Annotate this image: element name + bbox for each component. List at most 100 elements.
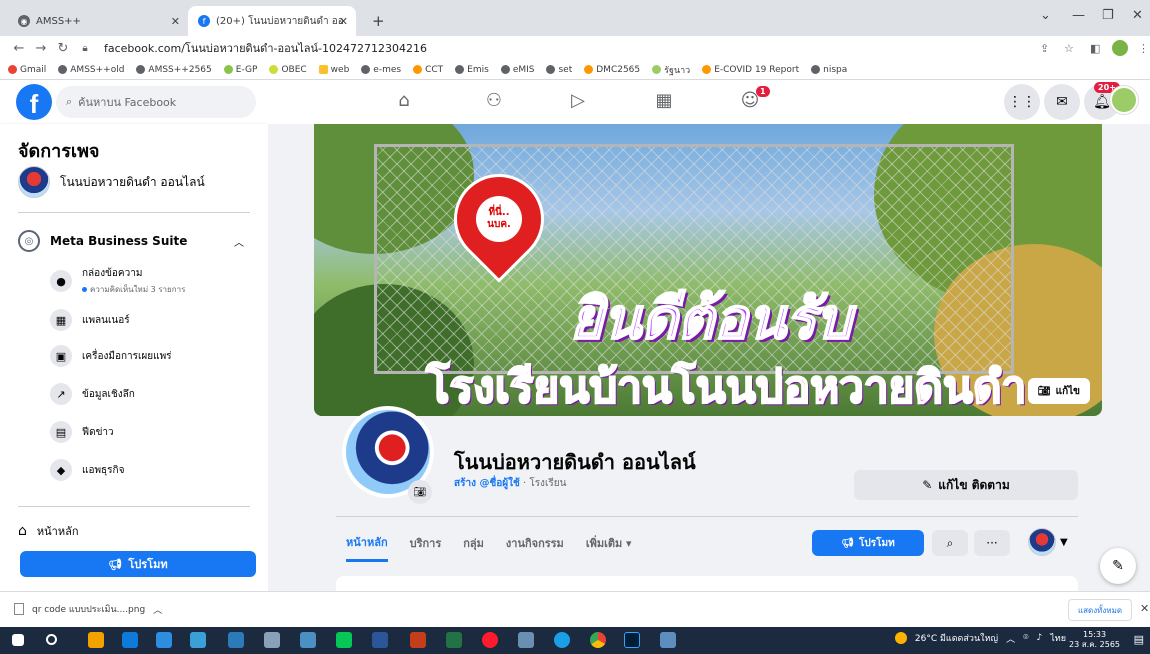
meta-business-suite-toggle[interactable]: ◎ Meta Business Suite ︿ bbox=[18, 230, 250, 252]
bookmark-emes[interactable]: e-mes bbox=[361, 65, 401, 75]
megaphone-icon: 📢︎ bbox=[108, 557, 123, 571]
show-all-button[interactable]: แสดงทั้งหมด bbox=[1068, 599, 1132, 621]
friends-icon[interactable]: ⚇ bbox=[482, 90, 506, 114]
forward-icon[interactable]: → bbox=[30, 41, 52, 56]
sidebar-item-news-feed[interactable]: ▤ ฟีดข่าว bbox=[50, 421, 114, 443]
bookmark-amss-2565[interactable]: AMSS++2565 bbox=[136, 65, 212, 75]
edge-icon[interactable] bbox=[554, 632, 570, 648]
bookmark-dmc2565[interactable]: DMC2565 bbox=[584, 65, 640, 75]
notification-center-icon[interactable]: ▤ bbox=[1134, 633, 1144, 646]
compose-message-button[interactable]: ✎ bbox=[1100, 548, 1136, 584]
photoshop-icon[interactable] bbox=[624, 632, 640, 648]
browser-tab-amss[interactable]: ◉ AMSS++ ✕ bbox=[8, 6, 188, 36]
create-username-link[interactable]: สร้าง @ชื่อผู้ใช้ bbox=[454, 478, 520, 489]
search-input[interactable]: ค้นหาบน Facebook bbox=[78, 93, 176, 111]
star-icon[interactable]: ☆ bbox=[1064, 42, 1074, 55]
account-avatar[interactable] bbox=[1110, 86, 1138, 114]
word-icon[interactable] bbox=[372, 632, 388, 648]
sidebar-item-business-apps[interactable]: ◆ แอพธุรกิจ bbox=[50, 459, 124, 481]
sidebar-item-inbox[interactable]: ● กล่องข้อความ ความคิดเห็นใหม่ 3 รายการ bbox=[50, 266, 185, 296]
edit-follow-button[interactable]: ✎ แก้ไข ติดตาม bbox=[854, 470, 1078, 500]
close-icon[interactable]: ✕ bbox=[171, 15, 180, 28]
bookmark-gmail[interactable]: Gmail bbox=[8, 65, 46, 75]
url-text[interactable]: facebook.com/โนนบ่อหวายดินดำ-ออนไลน์-102… bbox=[104, 39, 427, 57]
minimize-icon[interactable]: — bbox=[1072, 8, 1085, 23]
bookmark-cct[interactable]: CCT bbox=[413, 65, 443, 75]
back-icon[interactable]: ← bbox=[8, 41, 30, 56]
close-icon[interactable]: ✕ bbox=[1140, 602, 1149, 615]
bookmark-obec[interactable]: OBEC bbox=[269, 65, 307, 75]
powerpoint-icon[interactable] bbox=[410, 632, 426, 648]
marketplace-icon[interactable]: ▦ bbox=[652, 90, 676, 114]
facebook-logo-icon[interactable]: f bbox=[16, 84, 52, 120]
more-options-button[interactable]: ··· bbox=[974, 530, 1010, 556]
app-icon[interactable] bbox=[190, 632, 206, 648]
share-icon[interactable]: ⇪ bbox=[1040, 42, 1049, 55]
bookmark-web[interactable]: web bbox=[318, 65, 349, 75]
bookmark-ratnao[interactable]: รัฐนาว bbox=[652, 63, 690, 77]
weather-text[interactable]: 26°C มีแดดส่วนใหญ่ bbox=[915, 631, 998, 645]
home-icon[interactable]: ⌂ bbox=[392, 90, 416, 114]
tab-services[interactable]: บริการ bbox=[410, 524, 442, 562]
profile-avatar-icon[interactable] bbox=[1112, 40, 1128, 56]
tab-search-icon[interactable]: ⌄ bbox=[1040, 8, 1051, 23]
chrome-icon[interactable] bbox=[590, 632, 606, 648]
download-item[interactable]: qr code แบบประเมิน....png ︿ bbox=[14, 602, 162, 616]
tab-groups[interactable]: กลุ่ม bbox=[463, 524, 484, 562]
app-icon[interactable] bbox=[264, 632, 280, 648]
app-icon[interactable] bbox=[300, 632, 316, 648]
sidebar-item-planner[interactable]: ▦ แพลนเนอร์ bbox=[50, 309, 130, 331]
sidebar-item-home[interactable]: ⌂ หน้าหลัก bbox=[18, 522, 79, 540]
sidebar-item-insights[interactable]: ↗ ข้อมูลเชิงลึก bbox=[50, 383, 135, 405]
search-icon[interactable] bbox=[46, 634, 57, 645]
bookmark-emis[interactable]: Emis bbox=[455, 65, 489, 75]
clock[interactable]: 15:33 23 ส.ค. 2565 bbox=[1069, 630, 1120, 650]
opera-icon[interactable] bbox=[482, 632, 498, 648]
bookmark-amss-old[interactable]: AMSS++old bbox=[58, 65, 124, 75]
store-icon[interactable] bbox=[122, 632, 138, 648]
chevron-up-icon[interactable]: ︿ bbox=[153, 603, 162, 616]
tab-more[interactable]: เพิ่มเติม ▾ bbox=[586, 524, 632, 562]
edit-cover-button[interactable]: 📷︎ แก้ไข bbox=[1027, 378, 1090, 404]
app-icon[interactable] bbox=[660, 632, 676, 648]
restore-icon[interactable]: ❐ bbox=[1102, 8, 1114, 23]
promote-button[interactable]: 📢︎ โปรโมท bbox=[812, 530, 924, 556]
new-tab-button[interactable]: + bbox=[362, 6, 388, 36]
bookmark-set[interactable]: set bbox=[546, 65, 572, 75]
search-box[interactable]: ⌕ ค้นหาบน Facebook bbox=[56, 86, 256, 118]
app-icon[interactable] bbox=[518, 632, 534, 648]
tab-events[interactable]: งานกิจกรรม bbox=[506, 524, 564, 562]
excel-icon[interactable] bbox=[446, 632, 462, 648]
lock-icon[interactable]: 🔒︎ bbox=[74, 43, 96, 54]
tray-overflow-icon[interactable]: ︿ bbox=[1006, 632, 1015, 645]
sidebar-promote-button[interactable]: 📢︎ โปรโมท bbox=[20, 551, 256, 577]
bookmark-egp[interactable]: E-GP bbox=[223, 65, 257, 75]
sidebar-item-publishing-tools[interactable]: ▣ เครื่องมือการเผยแพร่ bbox=[50, 345, 172, 367]
bookmark-ecovid[interactable]: E-COVID 19 Report bbox=[702, 65, 799, 75]
explorer-icon[interactable] bbox=[88, 632, 104, 648]
bookmark-nispa[interactable]: nispa bbox=[811, 65, 847, 75]
window-close-icon[interactable]: ✕ bbox=[1132, 8, 1143, 23]
switch-profile-button[interactable]: ▼ bbox=[1028, 528, 1068, 556]
language-indicator[interactable]: ไทย bbox=[1050, 631, 1066, 645]
messenger-icon[interactable]: ✉ bbox=[1044, 84, 1080, 120]
close-icon[interactable]: ✕ bbox=[339, 15, 348, 28]
windows-start-icon[interactable] bbox=[12, 634, 24, 646]
network-icon[interactable]: ⌾ bbox=[1023, 633, 1028, 643]
tab-home[interactable]: หน้าหลัก bbox=[346, 524, 388, 562]
bookmark-emis-2[interactable]: eMIS bbox=[500, 65, 534, 75]
menu-grid-icon[interactable]: ⋮⋮ bbox=[1004, 84, 1040, 120]
side-panel-icon[interactable]: ◧ bbox=[1090, 42, 1100, 55]
camera-icon[interactable]: 📷︎ bbox=[408, 480, 432, 504]
line-icon[interactable] bbox=[336, 632, 352, 648]
watch-icon[interactable]: ▷ bbox=[566, 90, 590, 114]
search-page-button[interactable]: ⌕ bbox=[932, 530, 968, 556]
browser-tab-facebook[interactable]: f (20+) โนนบ่อหวายดินดำ ออนไลน์ | Fa ✕ bbox=[188, 6, 356, 36]
speaker-icon[interactable]: ♪ bbox=[1037, 633, 1043, 643]
app-icon[interactable] bbox=[228, 632, 244, 648]
sidebar-page-link[interactable]: โนนบ่อหวายดินดำ ออนไลน์ bbox=[18, 166, 205, 198]
chevron-up-icon[interactable]: ︿ bbox=[234, 234, 244, 249]
mail-icon[interactable] bbox=[156, 632, 172, 648]
reload-icon[interactable]: ↻ bbox=[52, 41, 74, 56]
browser-menu-icon[interactable]: ⋮ bbox=[1138, 42, 1149, 55]
